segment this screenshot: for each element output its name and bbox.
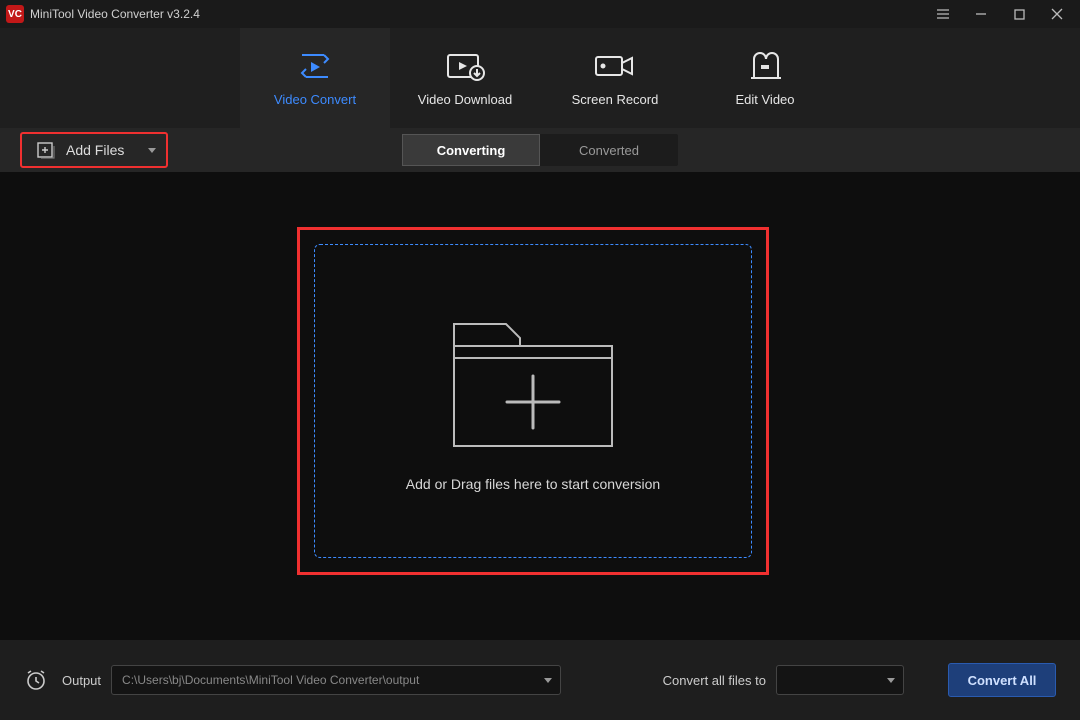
- output-path-field[interactable]: C:\Users\bj\Documents\MiniTool Video Con…: [111, 665, 561, 695]
- chevron-down-icon: [148, 148, 156, 153]
- add-files-dropdown[interactable]: [138, 134, 166, 166]
- seg-label: Converting: [437, 143, 506, 158]
- top-nav: Video Convert Video Download Screen Reco…: [0, 28, 1080, 128]
- chevron-down-icon: [887, 678, 895, 683]
- segmented-control: Converting Converted: [402, 134, 678, 166]
- close-icon: [1051, 8, 1063, 20]
- record-icon: [593, 50, 637, 82]
- convert-all-label: Convert All: [968, 673, 1037, 688]
- output-label: Output: [62, 673, 101, 688]
- minimize-button[interactable]: [962, 0, 1000, 28]
- edit-icon: [748, 50, 782, 82]
- drop-zone-highlight: Add or Drag files here to start conversi…: [297, 227, 769, 575]
- nav-label: Video Download: [418, 92, 512, 107]
- maximize-icon: [1014, 9, 1025, 20]
- drop-zone[interactable]: Add or Drag files here to start conversi…: [314, 244, 752, 558]
- app-logo-icon: VC: [6, 5, 24, 23]
- convert-icon: [297, 50, 333, 82]
- download-icon: [445, 50, 485, 82]
- drop-zone-hint: Add or Drag files here to start conversi…: [406, 476, 660, 492]
- add-files-button[interactable]: Add Files: [22, 134, 138, 166]
- nav-tab-screen-record[interactable]: Screen Record: [540, 28, 690, 128]
- add-files-label: Add Files: [66, 142, 124, 158]
- nav-tab-edit-video[interactable]: Edit Video: [690, 28, 840, 128]
- alarm-clock-icon: [25, 669, 47, 691]
- app-title: MiniTool Video Converter v3.2.4: [30, 7, 200, 21]
- nav-tab-video-convert[interactable]: Video Convert: [240, 28, 390, 128]
- seg-converted[interactable]: Converted: [540, 134, 678, 166]
- maximize-button[interactable]: [1000, 0, 1038, 28]
- convert-to-group: Convert all files to Convert All: [663, 663, 1056, 697]
- nav-tab-video-download[interactable]: Video Download: [390, 28, 540, 128]
- schedule-button[interactable]: [24, 668, 48, 692]
- main-area: Add or Drag files here to start conversi…: [0, 172, 1080, 640]
- seg-label: Converted: [579, 143, 639, 158]
- title-bar-left: VC MiniTool Video Converter v3.2.4: [6, 5, 200, 23]
- format-select[interactable]: [776, 665, 904, 695]
- convert-all-button[interactable]: Convert All: [948, 663, 1056, 697]
- title-bar: VC MiniTool Video Converter v3.2.4: [0, 0, 1080, 28]
- menu-button[interactable]: [924, 0, 962, 28]
- window-controls: [924, 0, 1076, 28]
- output-group: Output C:\Users\bj\Documents\MiniTool Vi…: [62, 665, 561, 695]
- convert-to-label: Convert all files to: [663, 673, 766, 688]
- add-file-icon: [36, 141, 56, 159]
- nav-label: Edit Video: [735, 92, 794, 107]
- bottom-bar: Output C:\Users\bj\Documents\MiniTool Vi…: [0, 640, 1080, 720]
- folder-plus-icon: [448, 310, 618, 450]
- toolbar: Add Files Converting Converted: [0, 128, 1080, 172]
- close-button[interactable]: [1038, 0, 1076, 28]
- add-files-highlight: Add Files: [20, 132, 168, 168]
- seg-converting[interactable]: Converting: [402, 134, 540, 166]
- nav-label: Screen Record: [572, 92, 659, 107]
- output-path-value: C:\Users\bj\Documents\MiniTool Video Con…: [122, 673, 419, 687]
- minimize-icon: [975, 8, 987, 20]
- hamburger-icon: [936, 7, 950, 21]
- chevron-down-icon: [544, 678, 552, 683]
- nav-label: Video Convert: [274, 92, 356, 107]
